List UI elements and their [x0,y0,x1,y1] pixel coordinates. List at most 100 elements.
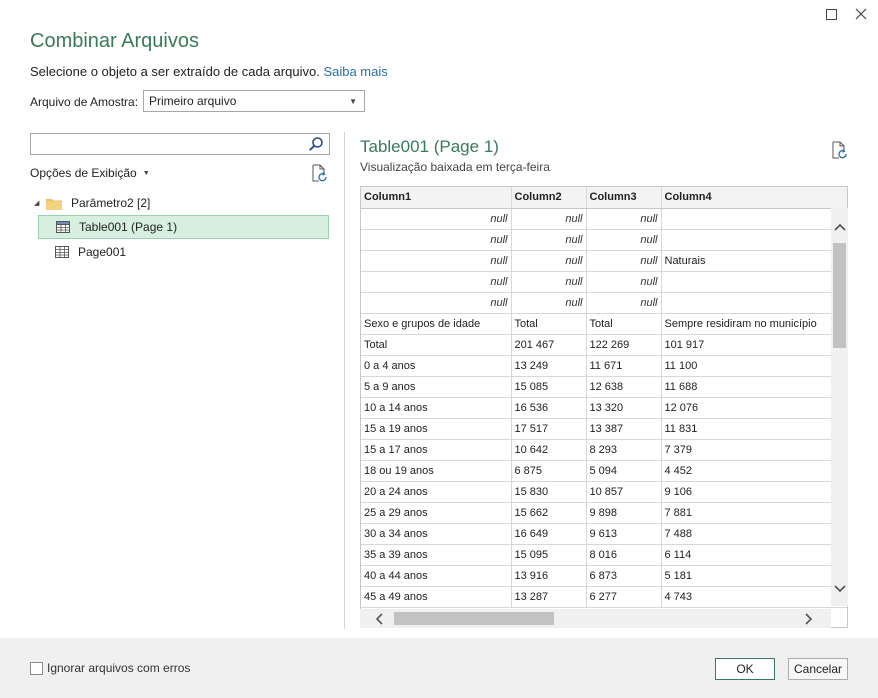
table-cell[interactable]: 25 a 29 anos [361,502,512,524]
cancel-button[interactable]: Cancelar [788,658,848,680]
table-cell[interactable] [661,271,847,293]
table-cell[interactable]: 15 a 17 anos [361,439,512,461]
table-cell[interactable]: 4 743 [661,586,847,608]
table-cell[interactable]: 10 a 14 anos [361,397,512,419]
table-cell[interactable]: null [586,250,662,272]
table-cell[interactable]: 9 613 [586,523,662,545]
table-cell[interactable]: null [511,208,587,230]
table-cell[interactable]: null [361,208,512,230]
table-cell[interactable]: 7 881 [661,502,847,524]
table-cell[interactable]: 13 287 [511,586,587,608]
column-header[interactable]: Column4 [661,187,847,209]
table-cell[interactable]: null [586,292,662,314]
pane-divider[interactable] [344,132,345,629]
table-cell[interactable] [661,292,847,314]
sample-file-dropdown[interactable]: Primeiro arquivo ▼ [143,90,365,112]
table-cell[interactable]: 15 a 19 anos [361,418,512,440]
table-cell[interactable]: 5 181 [661,565,847,587]
table-cell[interactable]: 6 873 [586,565,662,587]
search-input[interactable] [30,133,330,155]
table-cell[interactable]: null [511,292,587,314]
table-cell[interactable]: Sempre residiram no município [661,313,847,335]
column-header[interactable]: Column2 [511,187,587,209]
table-cell[interactable]: 7 379 [661,439,847,461]
column-header[interactable]: Column3 [586,187,662,209]
tree-item-table001[interactable]: Table001 (Page 1) [38,215,329,239]
table-cell[interactable]: 9 898 [586,502,662,524]
table-cell[interactable]: 16 536 [511,397,587,419]
table-cell[interactable]: 15 095 [511,544,587,566]
table-cell[interactable] [661,229,847,251]
table-cell[interactable]: 6 114 [661,544,847,566]
tree-item-page001[interactable]: Page001 [38,240,329,264]
table-cell[interactable]: Total [586,313,662,335]
table-cell[interactable]: 11 100 [661,355,847,377]
table-cell[interactable]: 6 277 [586,586,662,608]
search-icon[interactable] [308,136,324,152]
column-header-partial[interactable] [847,187,848,208]
horizontal-scrollbar[interactable] [360,609,831,628]
table-cell[interactable]: null [586,271,662,293]
ok-button[interactable]: OK [715,658,775,680]
table-cell[interactable]: null [361,271,512,293]
table-cell[interactable]: 11 831 [661,418,847,440]
preview-grid[interactable]: Column1 Column2 Column3 Column4 null null… [360,186,848,628]
table-cell[interactable]: 16 649 [511,523,587,545]
table-cell[interactable]: 201 467 [511,334,587,356]
table-cell[interactable]: 17 517 [511,418,587,440]
column-header[interactable]: Column1 [361,187,512,209]
table-cell[interactable]: 15 662 [511,502,587,524]
table-cell[interactable]: 0 a 4 anos [361,355,512,377]
table-cell[interactable]: 4 452 [661,460,847,482]
table-cell[interactable]: 7 488 [661,523,847,545]
table-cell[interactable]: Total [511,313,587,335]
table-cell[interactable]: 5 094 [586,460,662,482]
scroll-up-icon[interactable] [834,222,846,232]
table-cell[interactable]: null [586,229,662,251]
refresh-icon[interactable] [311,164,327,182]
table-cell[interactable]: 101 917 [661,334,847,356]
table-cell[interactable]: 45 a 49 anos [361,586,512,608]
skip-errors-checkbox[interactable] [30,662,43,675]
table-cell[interactable]: 20 a 24 anos [361,481,512,503]
table-cell[interactable]: 5 a 9 anos [361,376,512,398]
table-cell[interactable]: 8 293 [586,439,662,461]
table-cell[interactable]: 6 875 [511,460,587,482]
table-cell[interactable]: 13 249 [511,355,587,377]
table-cell[interactable]: Sexo e grupos de idade [361,313,512,335]
table-cell[interactable]: 8 016 [586,544,662,566]
table-cell[interactable]: 13 916 [511,565,587,587]
table-cell[interactable]: null [361,229,512,251]
display-options-dropdown[interactable]: Opções de Exibição ▼ [30,166,150,180]
table-cell[interactable]: 40 a 44 anos [361,565,512,587]
table-cell[interactable]: Total [361,334,512,356]
table-cell[interactable]: 11 671 [586,355,662,377]
vertical-scrollbar[interactable] [831,208,848,606]
tree-folder-parametro2[interactable]: ◢ Parâmetro2 [2] [34,194,150,212]
table-cell[interactable]: 122 269 [586,334,662,356]
table-cell[interactable]: null [361,250,512,272]
scroll-right-icon[interactable] [804,613,814,625]
table-cell[interactable]: null [586,208,662,230]
table-cell[interactable]: 12 076 [661,397,847,419]
maximize-button[interactable] [820,4,842,24]
table-cell[interactable]: null [511,271,587,293]
table-cell[interactable]: 18 ou 19 anos [361,460,512,482]
table-cell[interactable]: Naturais [661,250,847,272]
expand-triangle-icon[interactable]: ◢ [34,199,46,207]
table-cell[interactable] [661,208,847,230]
refresh-preview-icon[interactable] [831,141,847,159]
horizontal-scroll-thumb[interactable] [394,612,554,625]
close-button[interactable] [850,4,872,24]
table-cell[interactable]: 10 857 [586,481,662,503]
table-cell[interactable]: 13 320 [586,397,662,419]
table-cell[interactable]: 15 085 [511,376,587,398]
table-cell[interactable]: 10 642 [511,439,587,461]
table-cell[interactable]: null [511,250,587,272]
table-cell[interactable]: 12 638 [586,376,662,398]
table-cell[interactable]: 35 a 39 anos [361,544,512,566]
table-cell[interactable]: null [361,292,512,314]
skip-errors-label[interactable]: Ignorar arquivos com erros [47,661,190,675]
scroll-down-icon[interactable] [834,584,846,594]
learn-more-link[interactable]: Saiba mais [323,64,387,79]
